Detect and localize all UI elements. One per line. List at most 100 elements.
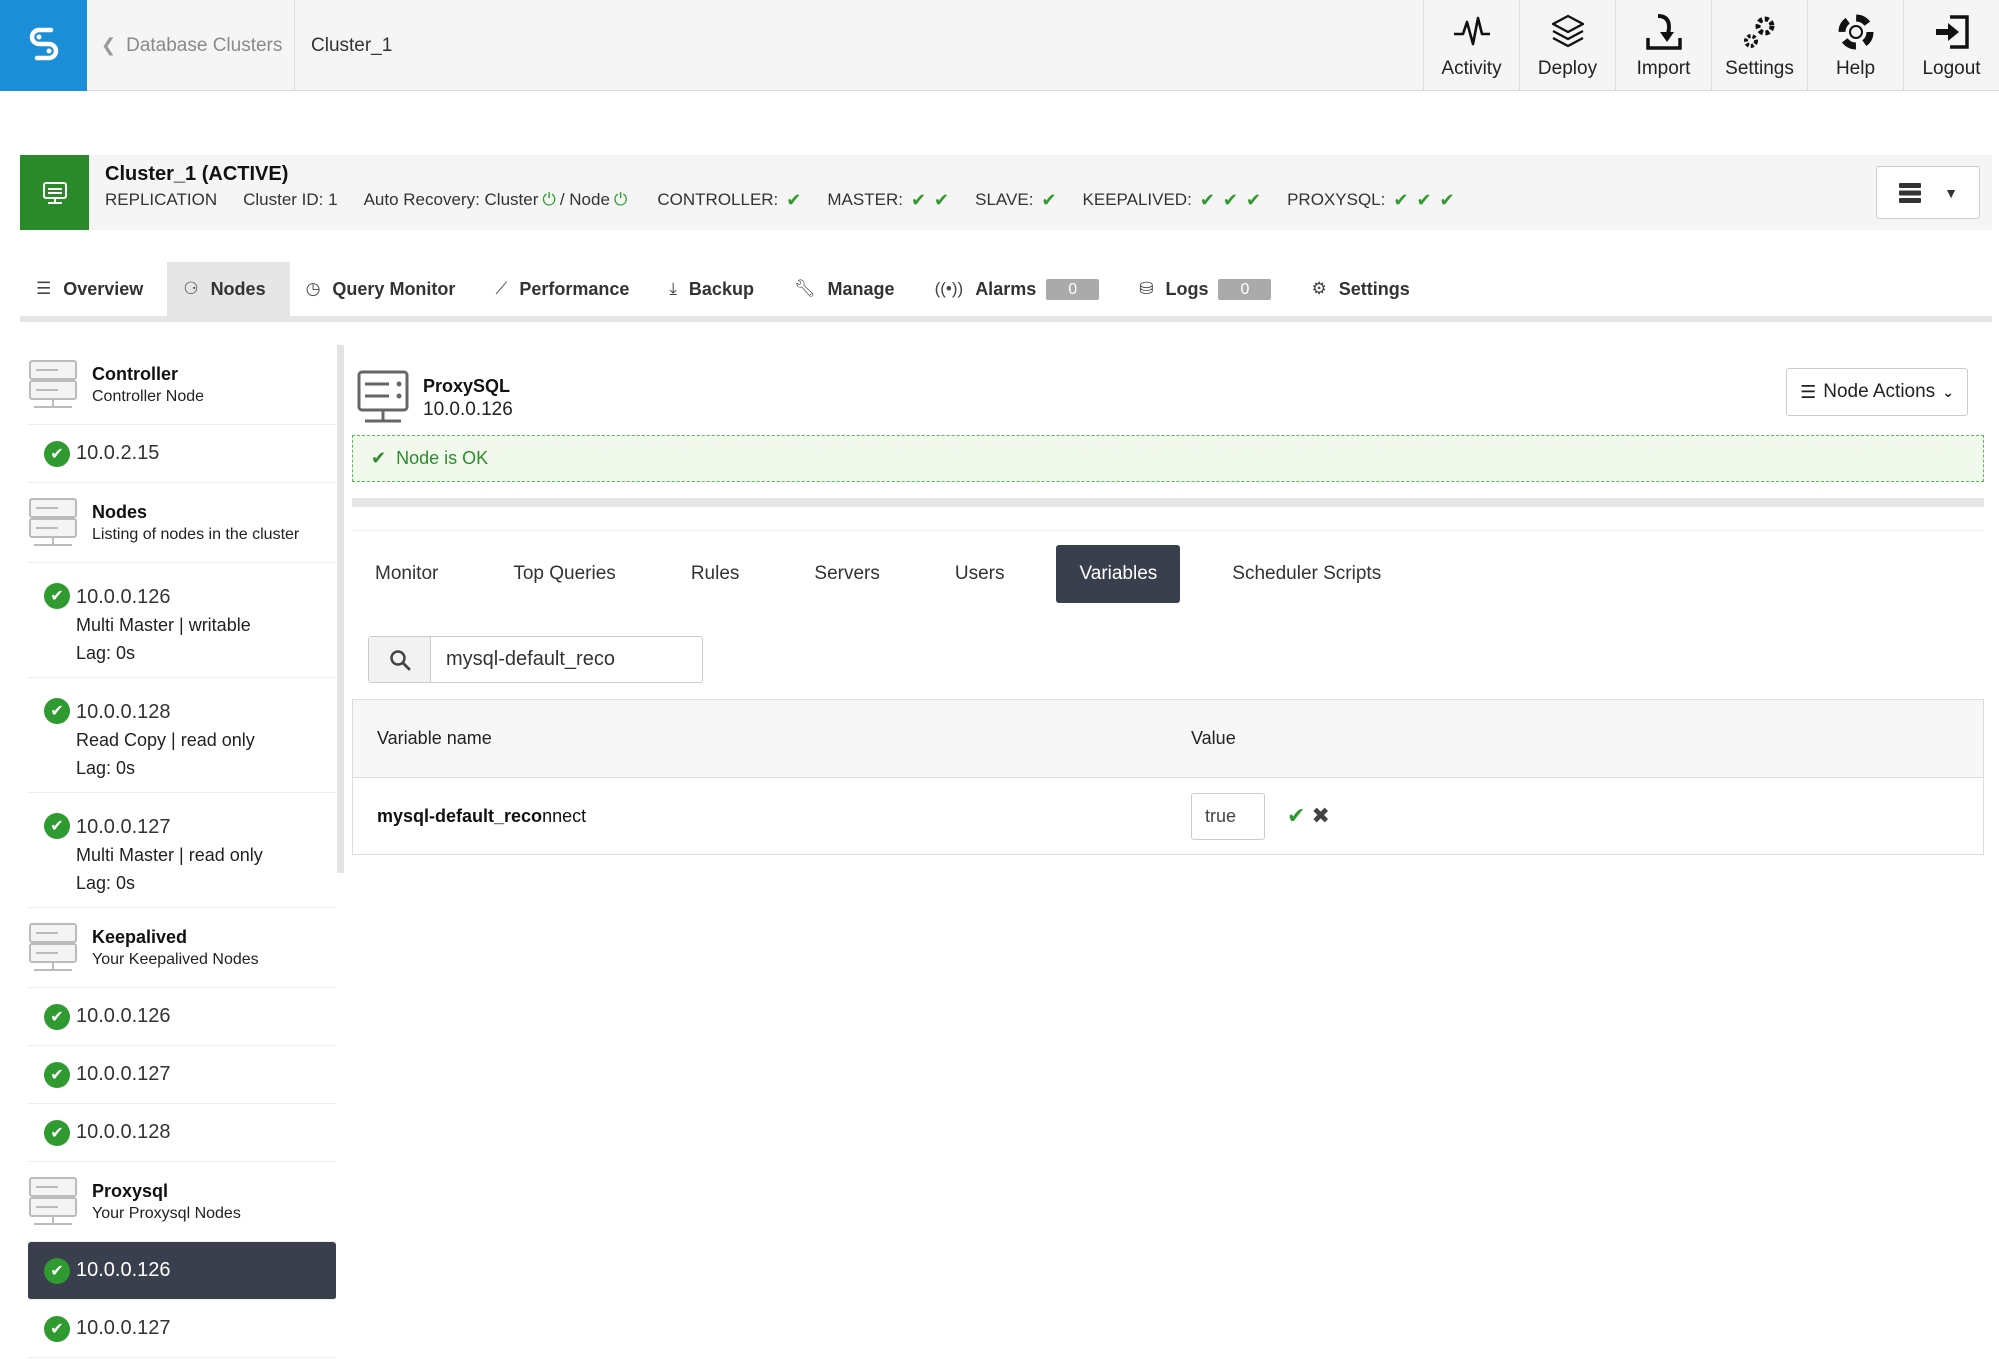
check-icon: ✔ bbox=[1246, 189, 1262, 210]
tab-manage[interactable]: 🔧︎ Manage bbox=[778, 262, 919, 316]
sidebar-node-item[interactable]: ✔ 10.0.0.126 Multi Master | writable Lag: 0… bbox=[28, 563, 336, 678]
tab-query-monitor[interactable]: ◷ Query Monitor bbox=[290, 262, 480, 316]
server-rack-icon bbox=[29, 1176, 77, 1225]
sidebar-node-item[interactable]: ✔ 10.0.0.127 Multi Master | read only Lag: … bbox=[28, 793, 336, 908]
variable-name-rest: nnect bbox=[542, 805, 587, 826]
search-input[interactable] bbox=[431, 637, 701, 682]
drive-icon: ⛁ bbox=[1139, 279, 1154, 298]
list-icon: ☰ bbox=[36, 279, 52, 298]
server-rack-icon bbox=[29, 497, 77, 546]
sidebar-node-item[interactable]: ✔ 10.0.0.127 bbox=[28, 1046, 336, 1104]
tab-nodes[interactable]: ⚆ Nodes bbox=[167, 262, 290, 316]
confirm-check-icon[interactable]: ✔ bbox=[1287, 803, 1305, 829]
subtab-rules[interactable]: Rules bbox=[668, 545, 763, 603]
node-role: Multi Master | writable bbox=[76, 615, 251, 635]
power-icon[interactable]: ⏻ bbox=[542, 190, 555, 210]
node-ip: 10.0.0.127 bbox=[76, 1063, 171, 1085]
chart-icon: ⟋ bbox=[495, 279, 508, 298]
sidebar-group-keepalived[interactable]: Keepalived Your Keepalived Nodes bbox=[28, 908, 336, 988]
cluster-header: Cluster_1 (ACTIVE) REPLICATION Cluster I… bbox=[20, 155, 1992, 230]
group-title: Keepalived bbox=[92, 926, 188, 947]
cluster-actions-menu[interactable]: ▼ bbox=[1876, 166, 1980, 219]
node-sidebar: Controller Controller Node ✔ 10.0.2.15 Nod… bbox=[28, 345, 336, 1358]
subtab-scheduler-scripts[interactable]: Scheduler Scripts bbox=[1209, 545, 1404, 603]
cluster-title: Cluster_1 (ACTIVE) bbox=[105, 163, 289, 185]
ok-check-icon: ✔ bbox=[44, 813, 70, 839]
broadcast-icon: ((•)) bbox=[934, 279, 964, 298]
nav-logout[interactable]: Logout bbox=[1903, 0, 1999, 91]
group-title: Nodes bbox=[92, 501, 148, 522]
sidebar-node-item[interactable]: ✔ 10.0.0.126 bbox=[28, 988, 336, 1046]
node-actions-button[interactable]: ☰ Node Actions ⌄ bbox=[1786, 368, 1968, 416]
app-logo[interactable] bbox=[0, 0, 87, 91]
wrench-icon: 🔧︎ bbox=[793, 279, 816, 298]
nav-import-label: Import bbox=[1636, 57, 1691, 79]
breadcrumb-current: Cluster_1 bbox=[311, 34, 393, 56]
chevron-down-icon: ⌄ bbox=[1942, 383, 1954, 400]
controller-label: CONTROLLER: bbox=[657, 190, 779, 209]
variable-name-cell: mysql-default_reconnect bbox=[353, 806, 1191, 827]
nav-settings[interactable]: Settings bbox=[1711, 0, 1807, 91]
breadcrumb-back-label: Database Clusters bbox=[126, 34, 283, 56]
tab-performance[interactable]: ⟋ Performance bbox=[479, 262, 653, 316]
divider bbox=[352, 498, 1984, 507]
logs-count-badge: 0 bbox=[1218, 278, 1272, 300]
subtab-servers[interactable]: Servers bbox=[791, 545, 902, 603]
search-button[interactable] bbox=[369, 637, 431, 682]
check-icon: ✔ bbox=[1199, 189, 1215, 210]
check-icon: ✔ bbox=[1439, 189, 1455, 210]
slave-label: SLAVE: bbox=[975, 190, 1034, 209]
node-ip: 10.0.0.126 bbox=[76, 1005, 171, 1027]
tab-nodes-label: Nodes bbox=[210, 278, 266, 299]
tab-backup[interactable]: ⤓ Backup bbox=[653, 262, 778, 316]
gear-icon: ⚙ bbox=[1311, 279, 1327, 298]
sidebar-group-nodes[interactable]: Nodes Listing of nodes in the cluster bbox=[28, 483, 336, 563]
proxysql-subtabs: Monitor Top Queries Rules Servers Users … bbox=[352, 545, 1433, 603]
sidebar-scrollbar[interactable] bbox=[337, 345, 344, 873]
sidebar-group-controller[interactable]: Controller Controller Node bbox=[28, 345, 336, 425]
subtab-users[interactable]: Users bbox=[932, 545, 1028, 603]
tab-settings[interactable]: ⚙ Settings bbox=[1295, 262, 1433, 316]
stack-icon bbox=[1899, 182, 1922, 203]
cancel-x-icon[interactable]: ✖ bbox=[1311, 803, 1329, 829]
ok-check-icon: ✔ bbox=[44, 1061, 70, 1088]
sidebar-node-item[interactable]: ✔ 10.0.0.127 bbox=[28, 1300, 336, 1358]
nav-activity[interactable]: Activity bbox=[1423, 0, 1519, 91]
nav-deploy[interactable]: Deploy bbox=[1519, 0, 1615, 91]
tab-alarms[interactable]: ((•)) Alarms 0 bbox=[919, 262, 1124, 316]
power-icon[interactable]: ⏻ bbox=[614, 190, 627, 210]
keepalived-label: KEEPALIVED: bbox=[1082, 190, 1192, 209]
sidebar-node-item[interactable]: ✔ 10.0.2.15 bbox=[28, 425, 336, 483]
chevron-left-icon: ❮ bbox=[101, 35, 117, 55]
tab-alarms-label: Alarms bbox=[975, 278, 1037, 299]
nav-logout-label: Logout bbox=[1922, 57, 1981, 79]
ok-check-icon: ✔ bbox=[44, 1315, 70, 1342]
column-value: Value bbox=[1191, 728, 1236, 748]
sidebar-node-item-selected[interactable]: ✔ 10.0.0.126 bbox=[28, 1242, 336, 1300]
cluster-type: REPLICATION bbox=[105, 190, 218, 209]
breadcrumb-back[interactable]: ❮ Database Clusters bbox=[87, 0, 295, 91]
variable-value-input[interactable] bbox=[1191, 792, 1265, 840]
controller-status: CONTROLLER: ✔ bbox=[657, 190, 801, 211]
list-icon: ☰ bbox=[1800, 381, 1817, 402]
tab-logs[interactable]: ⛁ Logs 0 bbox=[1123, 262, 1295, 316]
nav-help[interactable]: Help bbox=[1807, 0, 1903, 91]
node-ip: 10.0.0.126 bbox=[76, 1259, 171, 1281]
node-role: Multi Master | read only bbox=[76, 845, 263, 865]
subtab-variables[interactable]: Variables bbox=[1056, 545, 1181, 603]
check-icon: ✔ bbox=[786, 189, 802, 210]
subtab-monitor[interactable]: Monitor bbox=[352, 545, 461, 603]
tab-overview[interactable]: ☰ Overview bbox=[20, 262, 167, 316]
sidebar-node-item[interactable]: ✔ 10.0.0.128 bbox=[28, 1104, 336, 1162]
nav-settings-label: Settings bbox=[1725, 57, 1794, 79]
node-ip: 10.0.0.128 bbox=[76, 1121, 171, 1143]
nav-import[interactable]: Import bbox=[1615, 0, 1711, 91]
sidebar-group-proxysql[interactable]: Proxysql Your Proxysql Nodes bbox=[28, 1162, 336, 1242]
column-variable-name: Variable name bbox=[377, 728, 492, 748]
activity-icon bbox=[1453, 16, 1490, 45]
node-actions-label: Node Actions bbox=[1823, 381, 1936, 402]
subtab-top-queries[interactable]: Top Queries bbox=[490, 545, 638, 603]
node-ip: 10.0.0.128 bbox=[76, 701, 171, 723]
check-icon: ✔ bbox=[934, 189, 950, 210]
sidebar-node-item[interactable]: ✔ 10.0.0.128 Read Copy | read only Lag: 0s bbox=[28, 678, 336, 793]
